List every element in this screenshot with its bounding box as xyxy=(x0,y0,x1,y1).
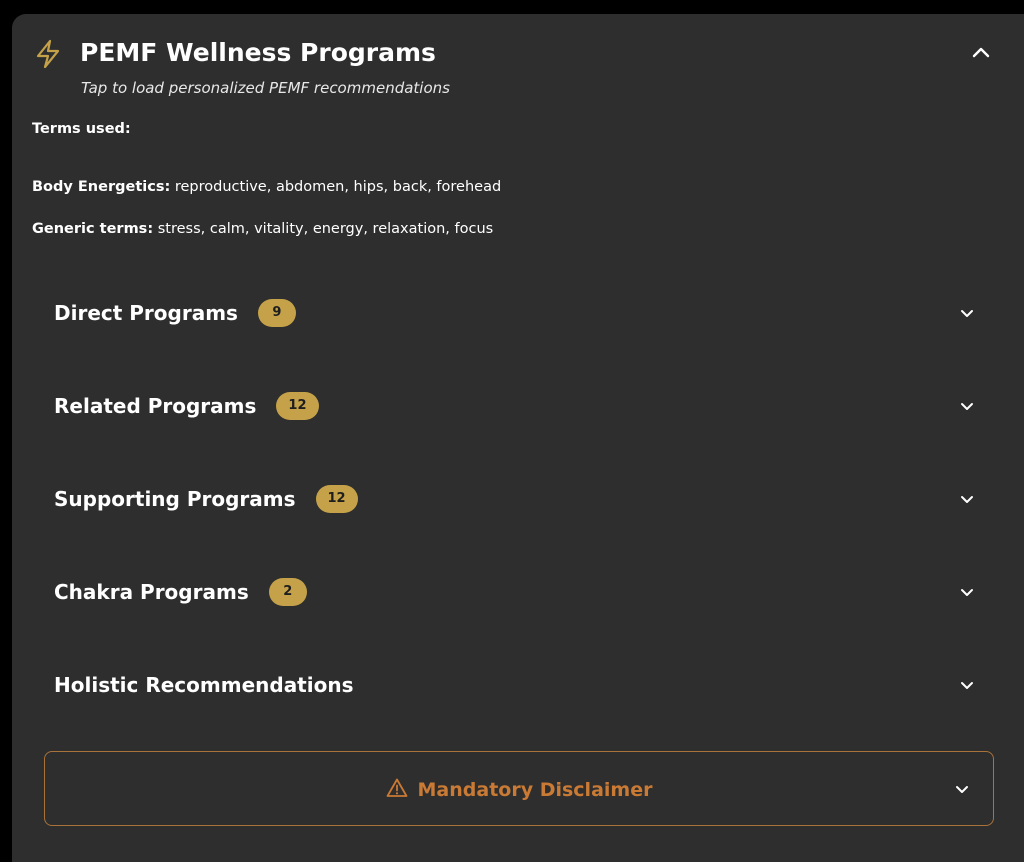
section-label: Direct Programs xyxy=(54,301,238,325)
body-energetics-value: reproductive, abdomen, hips, back, foreh… xyxy=(170,179,502,195)
chevron-down-icon[interactable] xyxy=(958,583,976,601)
count-badge: 9 xyxy=(257,298,296,327)
page-subtitle: Tap to load personalized PEMF recommenda… xyxy=(81,79,450,97)
generic-terms-label: Generic terms: xyxy=(32,221,154,237)
chevron-down-icon[interactable] xyxy=(953,780,971,798)
section-label: Holistic Recommendations xyxy=(54,673,354,697)
lightning-bolt-icon xyxy=(36,39,60,69)
mandatory-disclaimer-accordion[interactable]: Mandatory Disclaimer xyxy=(44,751,994,826)
generic-terms-value: stress, calm, vitality, energy, relaxati… xyxy=(153,221,494,237)
chevron-down-icon[interactable] xyxy=(958,397,976,415)
section-label: Related Programs xyxy=(54,394,257,418)
terms-used: Terms used: Body Energetics: reproductiv… xyxy=(32,119,972,237)
card-header[interactable]: PEMF Wellness Programs Tap to load perso… xyxy=(32,38,992,118)
count-badge: 12 xyxy=(315,484,358,513)
body-energetics-label: Body Energetics: xyxy=(32,179,171,195)
section-holistic-recommendations[interactable]: Holistic Recommendations xyxy=(54,652,976,745)
chevron-down-icon[interactable] xyxy=(958,490,976,508)
section-label: Chakra Programs xyxy=(54,580,249,604)
count-badge: 12 xyxy=(276,391,319,420)
section-label: Supporting Programs xyxy=(54,487,296,511)
section-related-programs[interactable]: Related Programs 12 xyxy=(54,373,976,466)
count-badge: 2 xyxy=(268,577,307,606)
program-sections: Direct Programs 9 Related Programs 12 Supp… xyxy=(54,280,976,745)
section-supporting-programs[interactable]: Supporting Programs 12 xyxy=(54,466,976,559)
disclaimer-label: Mandatory Disclaimer xyxy=(417,779,653,801)
generic-terms-line: Generic terms: stress, calm, vitality, e… xyxy=(32,219,493,239)
chevron-down-icon[interactable] xyxy=(958,304,976,322)
page-title: PEMF Wellness Programs xyxy=(80,38,436,67)
section-direct-programs[interactable]: Direct Programs 9 xyxy=(54,280,976,373)
chevron-down-icon[interactable] xyxy=(958,676,976,694)
section-chakra-programs[interactable]: Chakra Programs 2 xyxy=(54,559,976,652)
chevron-up-icon[interactable] xyxy=(968,40,994,66)
warning-triangle-icon xyxy=(386,778,407,797)
body-energetics-line: Body Energetics: reproductive, abdomen, … xyxy=(32,177,501,197)
terms-heading: Terms used: xyxy=(32,121,131,137)
